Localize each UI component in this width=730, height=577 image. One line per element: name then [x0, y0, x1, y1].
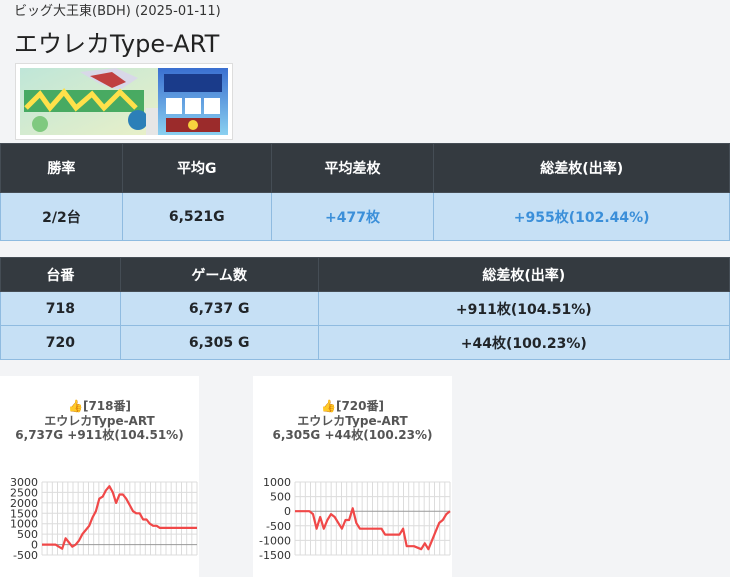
header-win-rate: 勝率	[0, 143, 123, 193]
y-tick-label: -1500	[259, 549, 291, 562]
slump-chart-718: 300025002000150010005000-500	[10, 476, 198, 562]
card-machine-name: エウレカType-ART	[44, 413, 155, 428]
card-machine-name: エウレカType-ART	[297, 413, 408, 428]
page-title: エウレカType-ART	[14, 30, 220, 58]
header-average-diff: 平均差枚	[270, 143, 435, 193]
game-count-cell: 6,737 G	[119, 291, 319, 326]
machine-number-cell: 720	[0, 325, 121, 360]
card-caption: 👍[718番] エウレカType-ART 6,737G +911枚(104.51…	[0, 399, 199, 443]
card-machine-stats: 6,305G +44枚(100.23%)	[272, 428, 433, 442]
card-machine-label: 👍[718番]	[68, 399, 131, 413]
machine-card-720[interactable]: 👍[720番] エウレカType-ART 6,305G +44枚(100.23%…	[253, 376, 452, 577]
card-caption: 👍[720番] エウレカType-ART 6,305G +44枚(100.23%…	[253, 399, 452, 443]
slump-chart-720: 1000 5000 -500-1000 -1500	[259, 476, 451, 562]
header-machine-number: 台番	[0, 257, 121, 292]
y-tick-label: -1000	[259, 534, 291, 547]
y-tick-label: 1000	[263, 476, 291, 489]
average-diff-value: +477枚	[270, 192, 435, 241]
y-tick-label: -500	[13, 549, 38, 562]
banner-artwork	[20, 68, 228, 135]
summary-header-row: 勝率 平均G 平均差枚 総差枚(出率)	[0, 143, 730, 193]
card-machine-stats: 6,737G +911枚(104.51%)	[15, 428, 184, 442]
machines-header-row: 台番 ゲーム数 総差枚(出率)	[0, 257, 730, 292]
page-subtitle: ビッグ大王東(BDH) (2025-01-11)	[14, 4, 221, 19]
table-row[interactable]: 720 6,305 G +44枚(100.23%)	[0, 325, 730, 360]
header-game-count: ゲーム数	[119, 257, 319, 292]
total-diff-cell: +44枚(100.23%)	[317, 325, 730, 360]
machine-number-cell: 718	[0, 291, 121, 326]
header-total-diff: 総差枚(出率)	[433, 143, 730, 193]
table-row[interactable]: 718 6,737 G +911枚(104.51%)	[0, 291, 730, 326]
y-tick-label: 0	[284, 505, 291, 518]
y-tick-label: 500	[270, 491, 291, 504]
total-diff-cell: +911枚(104.51%)	[317, 291, 730, 326]
total-diff-value: +955枚(102.44%)	[433, 192, 730, 241]
y-tick-label: -500	[266, 520, 291, 533]
machine-banner-image	[15, 63, 233, 140]
win-rate-value: 2/2台	[0, 192, 123, 241]
machine-card-718[interactable]: 👍[718番] エウレカType-ART 6,737G +911枚(104.51…	[0, 376, 199, 577]
header-average-games: 平均G	[121, 143, 272, 193]
machines-table: 台番 ゲーム数 総差枚(出率) 718 6,737 G +911枚(104.51…	[0, 257, 730, 360]
summary-table: 勝率 平均G 平均差枚 総差枚(出率) 2/2台 6,521G +477枚 +9…	[0, 143, 730, 241]
game-count-cell: 6,305 G	[119, 325, 319, 360]
card-machine-label: 👍[720番]	[321, 399, 384, 413]
header-machine-total-diff: 総差枚(出率)	[317, 257, 730, 292]
summary-row: 2/2台 6,521G +477枚 +955枚(102.44%)	[0, 192, 730, 241]
average-games-value: 6,521G	[121, 192, 272, 241]
